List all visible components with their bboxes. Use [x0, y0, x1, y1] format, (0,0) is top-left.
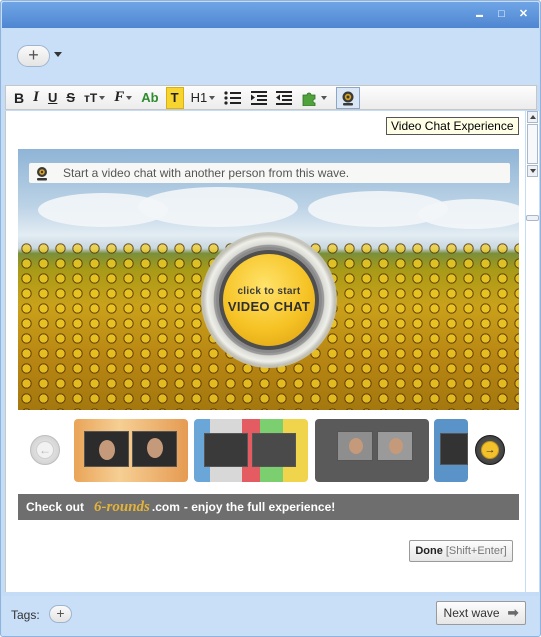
- next-wave-button[interactable]: Next wave ➡: [436, 601, 526, 625]
- bullet-list-button[interactable]: [222, 87, 244, 109]
- resize-handle[interactable]: [526, 215, 539, 221]
- gadget-button[interactable]: [299, 87, 329, 109]
- heading-button[interactable]: H1: [189, 87, 218, 109]
- webcam-icon: [37, 166, 47, 180]
- chevron-down-icon: [209, 95, 216, 100]
- video-tile: [132, 431, 177, 467]
- 6rounds-logo[interactable]: 6-rounds: [94, 499, 150, 516]
- heading-label: H1: [190, 90, 208, 105]
- cloud-decoration: [418, 199, 519, 229]
- video-chat-button[interactable]: [336, 86, 361, 109]
- promo-bar: Check out 6-rounds .com - enjoy the full…: [18, 494, 519, 520]
- scrollbar-thumb[interactable]: [527, 124, 538, 164]
- video-chat-gadget: Start a video chat with another person f…: [18, 149, 519, 410]
- outdent-button[interactable]: [274, 87, 294, 109]
- strikethrough-button[interactable]: S: [64, 87, 77, 109]
- wave-footer: Tags: + Next wave ➡: [2, 596, 539, 636]
- add-participant-button[interactable]: +: [17, 45, 50, 67]
- font-size-button[interactable]: тT: [82, 87, 107, 109]
- maximize-icon[interactable]: □: [496, 8, 507, 20]
- done-shortcut-hint: [Shift+Enter]: [445, 545, 507, 557]
- cloud-decoration: [138, 187, 298, 227]
- webcam-icon: [342, 91, 354, 105]
- window-controls: ▬ □ ✕: [474, 8, 529, 20]
- done-label: Done: [415, 545, 443, 557]
- preview-carousel: ← →: [18, 419, 519, 483]
- carousel-thumbnail[interactable]: [434, 419, 468, 482]
- indent-button[interactable]: [249, 87, 269, 109]
- italic-button[interactable]: I: [31, 87, 41, 109]
- prompt-text: Start a video chat with another person f…: [63, 166, 350, 180]
- font-family-button[interactable]: F: [112, 87, 134, 109]
- scroll-down-button[interactable]: [527, 165, 538, 177]
- carousel-thumbnail[interactable]: [74, 419, 188, 482]
- promo-prefix: Check out: [26, 500, 85, 514]
- formatting-toolbar: B I U S тT F Ab T H1: [5, 85, 537, 110]
- underline-button[interactable]: U: [46, 87, 59, 109]
- promo-suffix: - enjoy the full experience!: [183, 500, 336, 514]
- video-chat-tooltip: Video Chat Experience: [386, 117, 519, 135]
- chevron-down-icon: [321, 95, 328, 100]
- promo-domain: .com: [151, 500, 180, 514]
- minimize-icon[interactable]: ▬: [474, 8, 485, 20]
- wave-header: +: [2, 28, 539, 85]
- chevron-down-icon[interactable]: [54, 52, 62, 57]
- video-chat-prompt: Start a video chat with another person f…: [29, 163, 510, 183]
- arrow-right-icon: ➡: [507, 605, 519, 620]
- tags-label: Tags:: [11, 608, 40, 622]
- indent-icon: [251, 90, 268, 105]
- start-video-chat-button[interactable]: click to start VIDEO CHAT: [201, 232, 337, 368]
- chevron-down-icon: [99, 95, 106, 100]
- next-wave-label: Next wave: [443, 606, 500, 620]
- wave-window: ▬ □ ✕ + B I U S тT F Ab T H1 Video Chat …: [0, 0, 541, 637]
- close-icon[interactable]: ✕: [518, 8, 529, 20]
- start-big-label: VIDEO CHAT: [227, 299, 311, 314]
- chevron-down-icon: [530, 169, 536, 173]
- scroll-up-button[interactable]: [527, 111, 538, 123]
- done-button[interactable]: Done [Shift+Enter]: [409, 540, 513, 562]
- title-bar[interactable]: ▬ □ ✕: [2, 2, 539, 28]
- carousel-next-button[interactable]: →: [475, 435, 505, 465]
- arrow-left-icon: ←: [36, 441, 54, 459]
- bold-button[interactable]: B: [12, 87, 26, 109]
- video-tile: [377, 431, 413, 461]
- vertical-scrollbar[interactable]: [526, 111, 539, 592]
- chevron-up-icon: [530, 115, 536, 119]
- text-color-button[interactable]: Ab: [139, 87, 160, 109]
- video-tile: [440, 433, 468, 465]
- highlight-button[interactable]: T: [165, 86, 184, 109]
- arrow-right-icon: →: [481, 441, 499, 459]
- video-tile: [84, 431, 129, 467]
- video-tile: [337, 431, 373, 461]
- add-tag-button[interactable]: +: [49, 605, 72, 623]
- video-tile: [204, 433, 248, 467]
- outdent-icon: [276, 90, 293, 105]
- carousel-prev-button[interactable]: ←: [30, 435, 60, 465]
- video-tile: [252, 433, 296, 467]
- bullet-list-icon: [224, 90, 242, 105]
- font-size-label: тT: [84, 90, 98, 105]
- start-small-label: click to start: [237, 286, 301, 297]
- start-video-chat-face: click to start VIDEO CHAT: [219, 250, 319, 350]
- chevron-down-icon: [126, 95, 133, 100]
- font-family-label: F: [114, 89, 125, 105]
- puzzle-icon: [302, 92, 316, 106]
- carousel-thumbnail[interactable]: [194, 419, 308, 482]
- carousel-thumbnail[interactable]: [315, 419, 429, 482]
